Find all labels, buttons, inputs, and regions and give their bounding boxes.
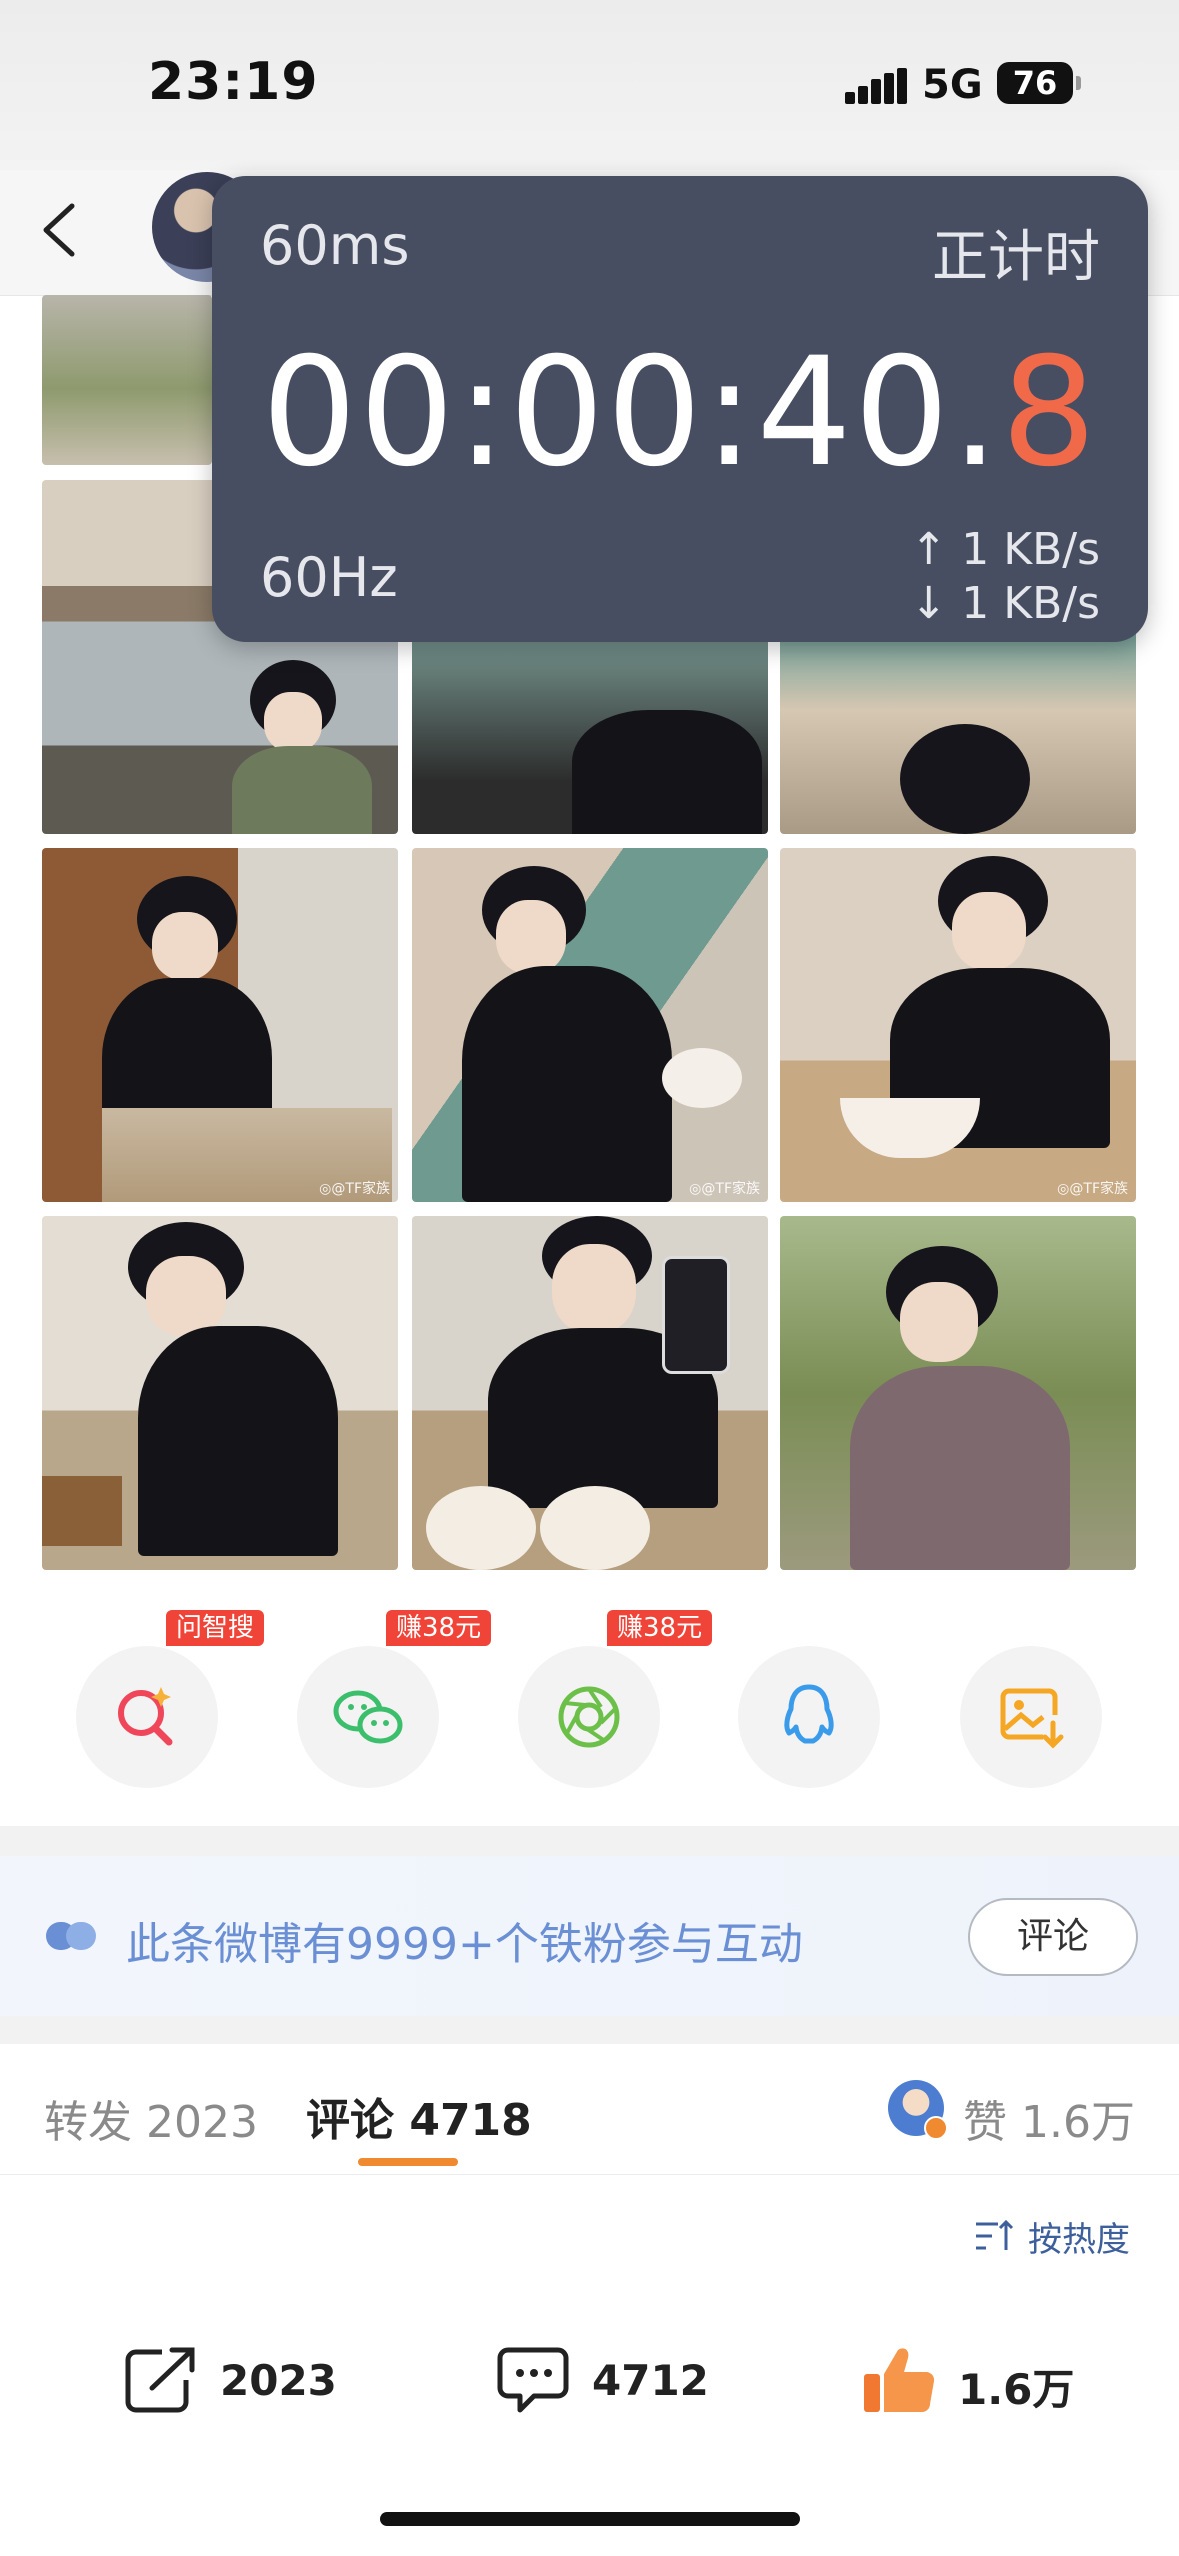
fan-interaction-text: 此条微博有9999+个铁粉参与互动: [126, 1919, 803, 1970]
photo-watermark: ◎@TF家族: [1057, 1181, 1128, 1197]
comment-button[interactable]: 评论: [968, 1898, 1138, 1976]
share-moments-button[interactable]: [518, 1646, 660, 1788]
download-speed: ↓ 1 KB/s: [910, 578, 1100, 629]
tab-likes-label: 赞: [963, 2097, 1008, 2148]
tab-likes[interactable]: 赞 1.6万: [963, 2086, 1135, 2150]
tab-repost-count: 2023: [146, 2097, 258, 2148]
share-wechat-button[interactable]: [297, 1646, 439, 1788]
stopwatch-overlay[interactable]: 60ms 正计时 00:00:40.8 60Hz ↑ 1 KB/s ↓ 1 KB…: [212, 176, 1148, 642]
battery-icon: 76: [997, 62, 1073, 104]
status-time: 23:19: [148, 52, 319, 112]
save-image-button[interactable]: [960, 1646, 1102, 1788]
repost-count: 2023: [220, 2356, 337, 2405]
sort-by-hot-button[interactable]: 按热度: [1028, 2212, 1130, 2261]
refresh-rate: 60Hz: [260, 546, 398, 609]
section-divider: [0, 2016, 1179, 2044]
upload-speed: ↑ 1 KB/s: [910, 524, 1100, 575]
qq-icon: [784, 1684, 834, 1744]
interaction-tabs: 转发 2023 评论 4718 赞 1.6万: [0, 2044, 1179, 2175]
moments-tag: 赚38元: [607, 1610, 713, 1646]
search-tag: 问智搜: [166, 1610, 265, 1646]
sort-icon[interactable]: [974, 2218, 1014, 2254]
home-indicator[interactable]: [380, 2512, 800, 2526]
active-tab-indicator: [358, 2158, 458, 2166]
share-search-button[interactable]: [76, 1646, 218, 1788]
tab-likes-count: 1.6万: [1021, 2097, 1135, 2148]
wechat-tag: 赚38元: [386, 1610, 492, 1646]
like-count: 1.6万: [958, 2365, 1075, 2414]
comment-bubble-icon: [497, 2347, 569, 2413]
photo-12[interactable]: [780, 1216, 1136, 1570]
photo-10[interactable]: [42, 1216, 398, 1570]
photo-1[interactable]: [42, 295, 212, 465]
photo-watermark: ◎@TF家族: [689, 1181, 760, 1197]
section-divider: [0, 1826, 1179, 1856]
battery-cap: [1076, 76, 1081, 90]
photo-watermark: ◎@TF家族: [319, 1181, 390, 1197]
tab-repost[interactable]: 转发 2023: [44, 2086, 258, 2150]
wechat-icon: [333, 1690, 403, 1744]
back-arrow-icon[interactable]: [36, 200, 86, 260]
photo-7[interactable]: ◎@TF家族: [42, 848, 398, 1202]
share-row: 问智搜 赚38元 赚38元: [0, 1610, 1179, 1840]
fan-badge-icon: [46, 1922, 96, 1950]
like-button[interactable]: 1.6万: [860, 2340, 1090, 2420]
status-bar: 23:19 5G 76: [0, 0, 1179, 170]
repost-icon: [125, 2347, 195, 2413]
save-image-icon: [1000, 1688, 1064, 1749]
moments-icon: [558, 1686, 620, 1748]
timer-mode-label: 正计时: [932, 225, 1100, 290]
tab-comment-count: 4718: [409, 2095, 532, 2146]
verified-badge-icon: [924, 2116, 948, 2140]
share-qq-button[interactable]: [738, 1646, 880, 1788]
sort-row: 按热度: [0, 2174, 1179, 2293]
elapsed-time: 00:00:40.8: [212, 326, 1148, 500]
search-sparkle-icon: [118, 1687, 173, 1746]
latency-readout: 60ms: [260, 214, 410, 277]
cellular-signal-icon: [845, 68, 907, 104]
tab-repost-label: 转发: [44, 2097, 132, 2148]
tab-comment-label: 评论: [306, 2095, 394, 2146]
photo-9[interactable]: ◎@TF家族: [780, 848, 1136, 1202]
elapsed-time-tenth: 8: [1000, 326, 1099, 500]
repost-button[interactable]: 2023: [122, 2340, 342, 2420]
photo-11[interactable]: [412, 1216, 768, 1570]
network-type: 5G: [922, 62, 983, 108]
comment-count: 4712: [592, 2356, 709, 2405]
photo-8[interactable]: ◎@TF家族: [412, 848, 768, 1202]
tab-comment[interactable]: 评论 4718: [306, 2084, 532, 2148]
thumbs-up-icon: [864, 2348, 935, 2412]
elapsed-time-main: 00:00:40.: [261, 326, 1001, 500]
comment-action-button[interactable]: 4712: [494, 2340, 714, 2420]
